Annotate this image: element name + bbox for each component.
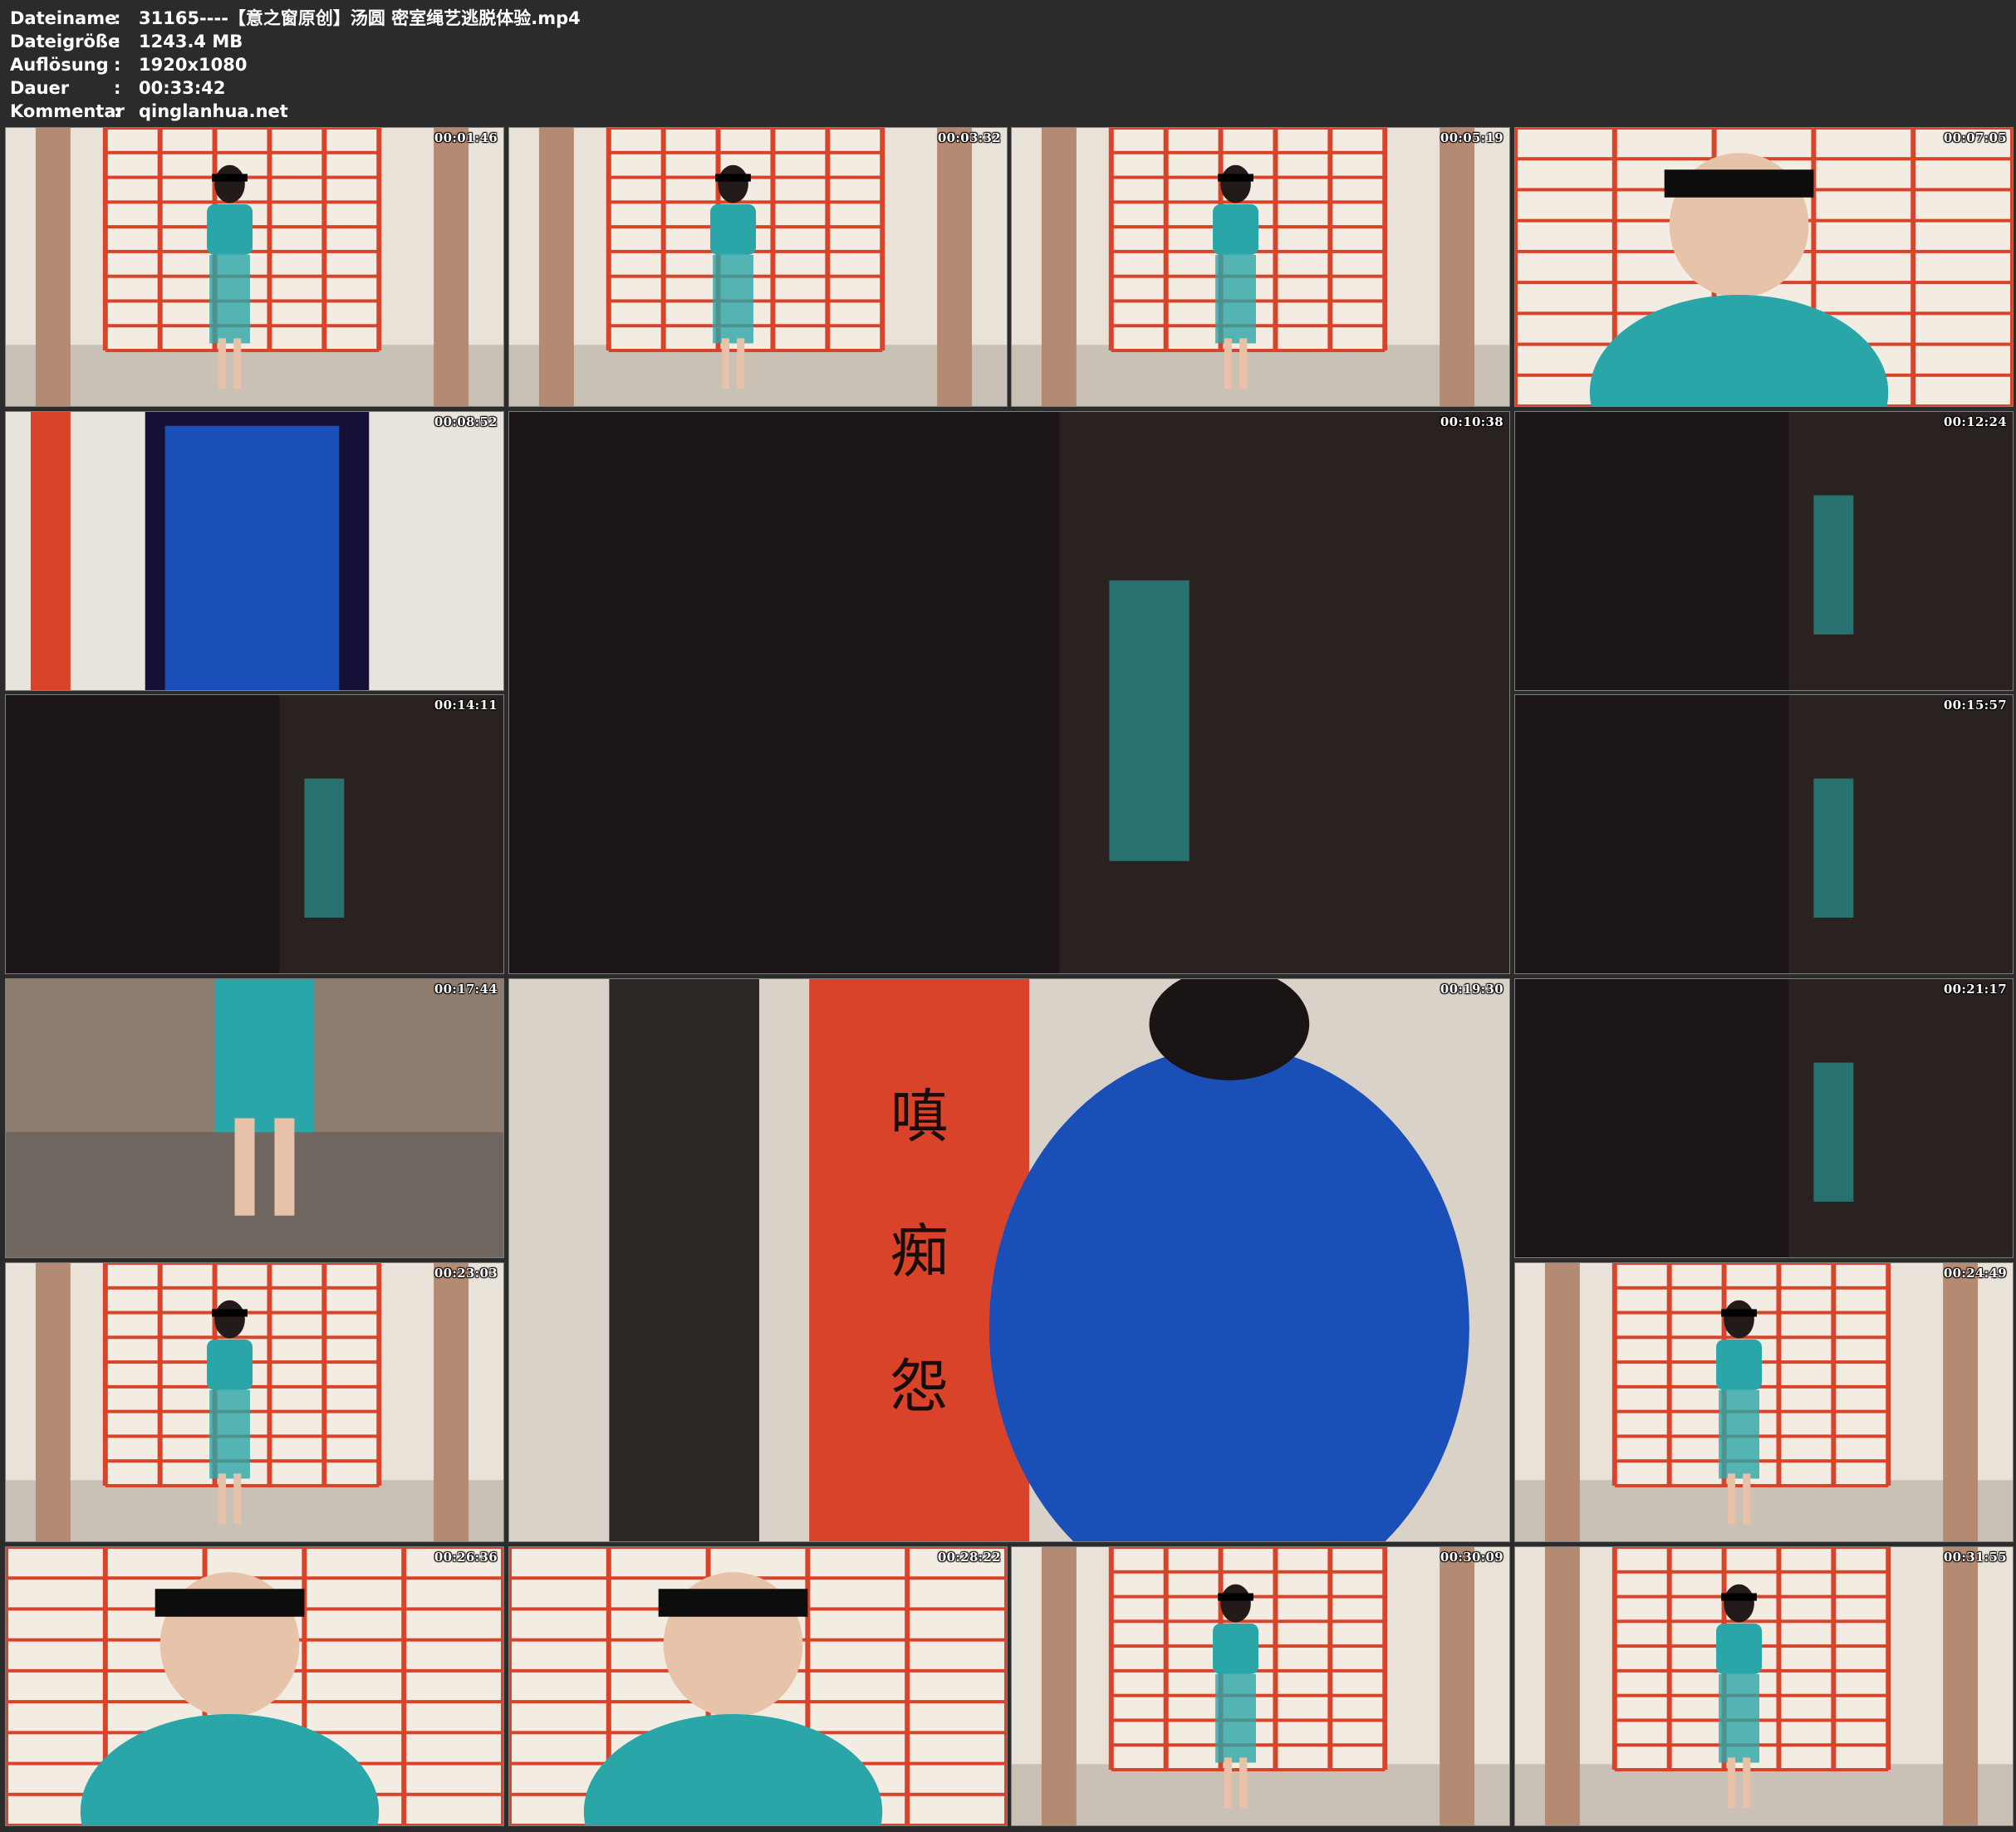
thumbnail: 00:08:52 [5, 411, 504, 691]
thumbnail-frame-image [6, 1547, 503, 1825]
thumbnail-frame-image [1515, 1547, 2013, 1825]
thumbnail: 00:03:32 [508, 127, 1008, 407]
meta-value-filesize: 1243.4 MB [139, 32, 243, 51]
meta-row-comment: Kommentar : qinglanhua.net [10, 100, 2004, 123]
thumbnail: 00:14:11 [5, 694, 504, 974]
thumbnail-timestamp: 00:14:11 [434, 698, 498, 713]
meta-row-duration: Dauer : 00:33:42 [10, 76, 2004, 100]
meta-row-filename: Dateiname : 31165----【意之窗原创】汤圆 密室绳艺逃脱体验.… [10, 7, 2004, 30]
thumbnail-timestamp: 00:26:36 [434, 1550, 498, 1565]
meta-label: Kommentar [10, 101, 125, 121]
thumbnail: 00:15:57 [1514, 694, 2014, 974]
thumbnail-timestamp: 00:23:03 [434, 1266, 498, 1281]
thumbnail-timestamp: 00:12:24 [1943, 414, 2007, 429]
meta-row-filesize: Dateigröße : 1243.4 MB [10, 30, 2004, 53]
thumbnail: 00:05:19 [1011, 127, 1510, 407]
thumbnail-frame-image [1515, 128, 2013, 406]
meta-separator: : [114, 55, 121, 75]
thumbnail-frame-image [1012, 1547, 1509, 1825]
thumbnail: 00:24:49 [1514, 1262, 2014, 1542]
thumbnail-frame-image [509, 128, 1007, 406]
thumbnail-timestamp: 00:08:52 [434, 414, 498, 429]
thumbnail-timestamp: 00:05:19 [1440, 130, 1503, 145]
thumbnail-frame-image [509, 412, 1509, 973]
meta-value-comment: qinglanhua.net [139, 101, 288, 121]
thumbnail-frame-image [6, 412, 503, 690]
meta-label: Dauer [10, 78, 70, 98]
thumbnail: 00:30:09 [1011, 1546, 1510, 1826]
thumbnail: 00:23:03 [5, 1262, 504, 1542]
thumbnail-frame-image [1515, 1263, 2013, 1541]
pillar-calligraphy: 嗔 [890, 1084, 949, 1151]
meta-label: Dateiname [10, 8, 117, 28]
thumbnail-timestamp: 00:30:09 [1440, 1550, 1503, 1565]
thumbnail-frame-image [509, 1547, 1007, 1825]
thumbnail-frame-image [6, 1263, 503, 1541]
metadata-header: Dateiname : 31165----【意之窗原创】汤圆 密室绳艺逃脱体验.… [10, 7, 2004, 123]
thumbnail: 00:26:36 [5, 1546, 504, 1826]
meta-separator: : [114, 32, 121, 51]
thumbnail-timestamp: 00:19:30 [1440, 982, 1503, 997]
thumbnail: 00:17:44 [5, 978, 504, 1258]
meta-separator: : [114, 8, 121, 28]
thumbnail-frame-image [6, 128, 503, 406]
meta-label: Auflösung [10, 55, 109, 75]
thumbnail-grid: 00:01:46 00:03:32 00:05:19 00:07:05 00:08:52… [5, 127, 2014, 1828]
thumbnail: 00:28:22 [508, 1546, 1008, 1826]
meta-value-filename: 31165----【意之窗原创】汤圆 密室绳艺逃脱体验.mp4 [139, 8, 581, 28]
thumbnail-timestamp: 00:17:44 [434, 982, 498, 997]
thumbnail-frame-image [1515, 695, 2013, 973]
pillar-calligraphy: 怨 [890, 1354, 949, 1421]
meta-separator: : [114, 101, 121, 121]
thumbnail: 00:31:55 [1514, 1546, 2014, 1826]
meta-value-duration: 00:33:42 [139, 78, 226, 98]
thumbnail: 00:01:46 [5, 127, 504, 407]
thumbnail-timestamp: 00:07:05 [1943, 130, 2007, 145]
thumbnail-frame-image [1515, 979, 2013, 1257]
thumbnail: 嗔痴怨 00:19:30 [508, 978, 1510, 1542]
thumbnail: 00:12:24 [1514, 411, 2014, 691]
thumbnail: 00:21:17 [1514, 978, 2014, 1258]
pillar-calligraphy: 痴 [890, 1218, 949, 1286]
thumbnail-timestamp: 00:15:57 [1943, 698, 2007, 713]
meta-row-resolution: Auflösung : 1920x1080 [10, 53, 2004, 76]
thumbnail-timestamp: 00:01:46 [434, 130, 498, 145]
thumbnail-frame-image [6, 695, 503, 973]
thumbnail-timestamp: 00:21:17 [1943, 982, 2007, 997]
thumbnail-frame-image [6, 979, 503, 1257]
thumbnail-frame-image: 嗔痴怨 [509, 979, 1509, 1541]
thumbnail-frame-image [1515, 412, 2013, 690]
thumbnail-timestamp: 00:31:55 [1943, 1550, 2007, 1565]
thumbnail: 00:07:05 [1514, 127, 2014, 407]
thumbnail-timestamp: 00:24:49 [1943, 1266, 2007, 1281]
meta-label: Dateigröße [10, 32, 120, 51]
thumbnail: 00:10:38 [508, 411, 1510, 974]
thumbnail-timestamp: 00:03:32 [937, 130, 1001, 145]
thumbnail-frame-image [1012, 128, 1509, 406]
meta-value-resolution: 1920x1080 [139, 55, 248, 75]
thumbnail-timestamp: 00:28:22 [937, 1550, 1001, 1565]
thumbnail-timestamp: 00:10:38 [1440, 414, 1503, 429]
meta-separator: : [114, 78, 121, 98]
